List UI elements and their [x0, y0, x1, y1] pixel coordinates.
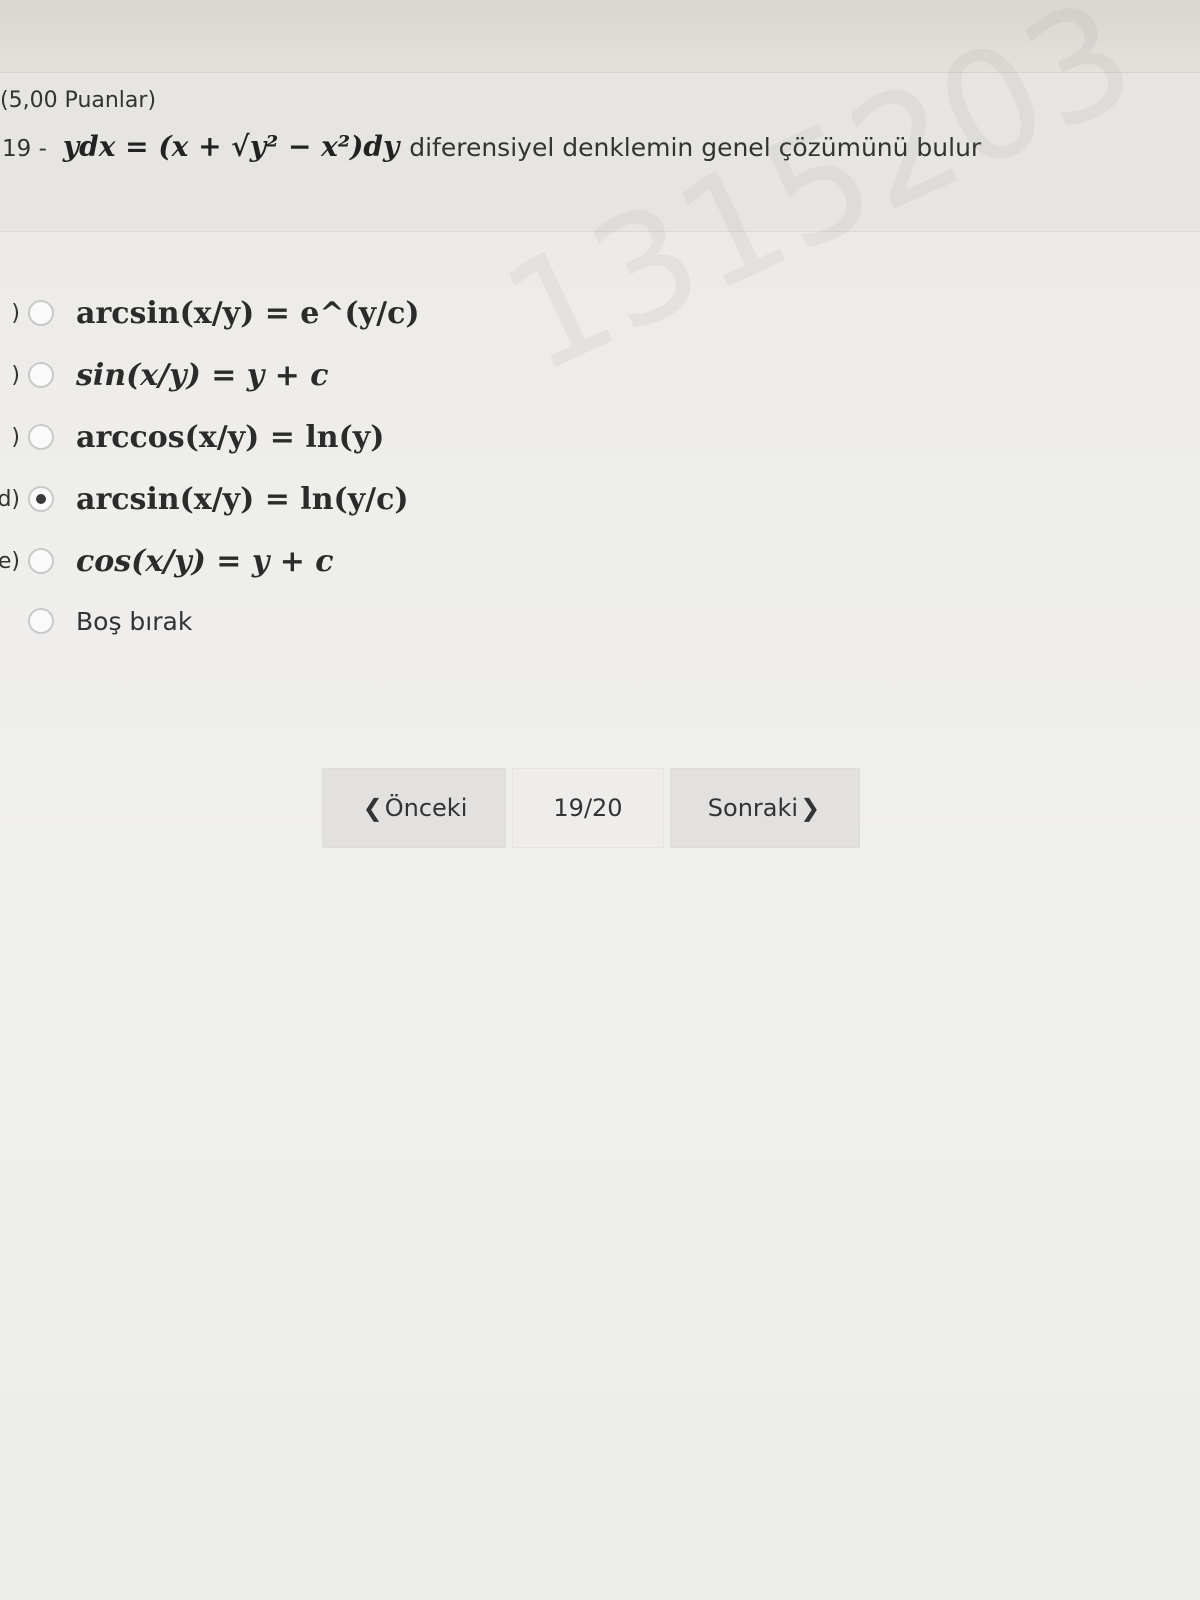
question-points: (5,00 Puanlar): [0, 88, 157, 113]
option-a[interactable]: ) arcsin(x/y) = e^(y/c): [0, 285, 420, 341]
radio-button[interactable]: [28, 608, 54, 634]
option-letter: d): [0, 486, 20, 512]
option-label: cos(x/y) = y + c: [76, 543, 334, 579]
option-label: arcsin(x/y) = e^(y/c): [76, 295, 420, 331]
question-number: 19 -: [2, 136, 47, 162]
chevron-left-icon: ❮: [362, 794, 383, 822]
chevron-right-icon: ❯: [800, 794, 821, 822]
previous-label: Önceki: [384, 794, 468, 822]
option-label: arcsin(x/y) = ln(y/c): [76, 481, 409, 517]
option-b[interactable]: ) sin(x/y) = y + c: [0, 347, 329, 403]
option-letter: ): [11, 362, 20, 388]
radio-button[interactable]: [28, 362, 54, 388]
option-label: sin(x/y) = y + c: [76, 357, 329, 393]
option-letter: ): [11, 300, 20, 326]
previous-button[interactable]: ❮ Önceki: [322, 768, 506, 848]
page-indicator: 19/20: [512, 768, 664, 848]
next-label: Sonraki: [707, 794, 799, 822]
radio-button[interactable]: [28, 300, 54, 326]
radio-button[interactable]: [28, 548, 54, 574]
option-leave-blank[interactable]: Boş bırak: [0, 593, 192, 649]
option-letter: e): [0, 548, 20, 574]
radio-button-selected[interactable]: [28, 486, 54, 512]
option-d[interactable]: d) arcsin(x/y) = ln(y/c): [0, 471, 409, 527]
option-label: Boş bırak: [76, 606, 193, 636]
option-label: arccos(x/y) = ln(y): [76, 419, 385, 455]
radio-button[interactable]: [28, 424, 54, 450]
option-e[interactable]: e) cos(x/y) = y + c: [0, 533, 334, 589]
question-equation: ydx = (x + √y² − x²)dy: [62, 130, 400, 163]
option-letter: ): [11, 424, 20, 450]
next-button[interactable]: Sonraki ❯: [670, 768, 860, 848]
option-c[interactable]: ) arccos(x/y) = ln(y): [0, 409, 384, 465]
